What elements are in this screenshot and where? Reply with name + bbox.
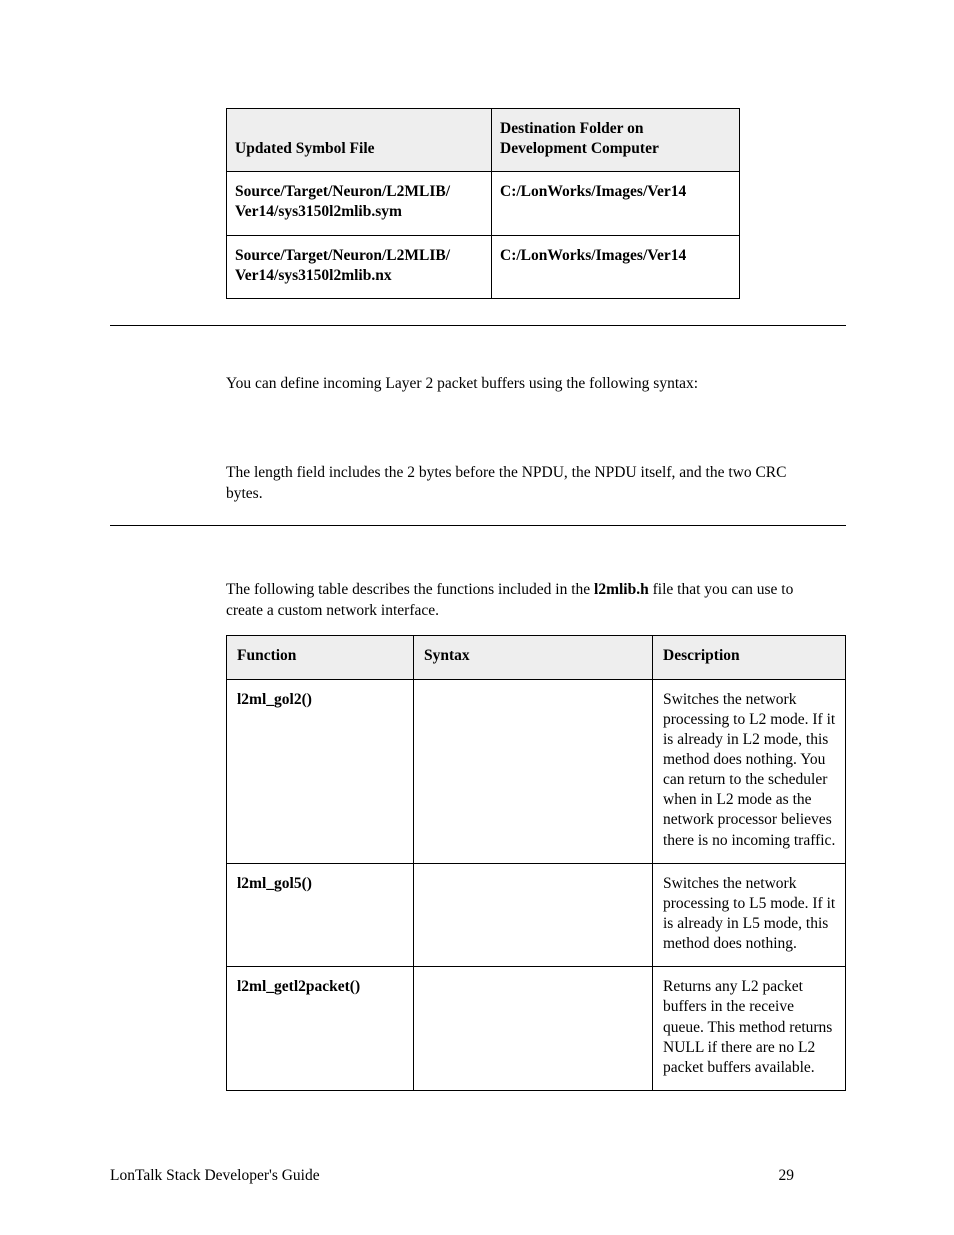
table-header-row: Updated Symbol File Destination Folder o… (227, 109, 740, 172)
paragraph: The length field includes the 2 bytes be… (226, 463, 822, 505)
cell-function: l2ml_getl2packet() (227, 967, 414, 1091)
cell-symbol-file: Source/Target/Neuron/L2MLIB/ Ver14/sys31… (227, 172, 492, 235)
page-number: 29 (779, 1167, 795, 1185)
divider (110, 325, 846, 326)
cell-syntax (414, 863, 653, 967)
paragraph: The following table describes the functi… (226, 580, 822, 622)
header-updated-symbol-file: Updated Symbol File (227, 109, 492, 172)
cell-function: l2ml_gol5() (227, 863, 414, 967)
header-syntax: Syntax (414, 636, 653, 679)
cell-destination: C:/LonWorks/Images/Ver14 (492, 172, 740, 235)
footer-title: LonTalk Stack Developer's Guide (110, 1167, 320, 1184)
paragraph: You can define incoming Layer 2 packet b… (226, 374, 822, 395)
cell-description: Switches the network processing to L5 mo… (653, 863, 846, 967)
table-row: Source/Target/Neuron/L2MLIB/ Ver14/sys31… (227, 235, 740, 298)
symbol-file-table: Updated Symbol File Destination Folder o… (226, 108, 740, 299)
cell-symbol-file: Source/Target/Neuron/L2MLIB/ Ver14/sys31… (227, 235, 492, 298)
table-row: l2ml_getl2packet() Returns any L2 packet… (227, 967, 846, 1091)
content-area: The following table describes the functi… (226, 580, 846, 1091)
table-header-row: Function Syntax Description (227, 636, 846, 679)
cell-syntax (414, 679, 653, 863)
page-footer: LonTalk Stack Developer's Guide 29 (110, 1167, 854, 1185)
table-row: l2ml_gol2() Switches the network process… (227, 679, 846, 863)
cell-destination: C:/LonWorks/Images/Ver14 (492, 235, 740, 298)
divider (110, 525, 846, 526)
cell-description: Returns any L2 packet buffers in the rec… (653, 967, 846, 1091)
text: The following table describes the functi… (226, 581, 594, 598)
filename: l2mlib.h (594, 581, 649, 598)
cell-syntax (414, 967, 653, 1091)
content-area: Updated Symbol File Destination Folder o… (226, 108, 846, 299)
header-destination-folder: Destination Folder on Development Comput… (492, 109, 740, 172)
table-row: l2ml_gol5() Switches the network process… (227, 863, 846, 967)
header-description: Description (653, 636, 846, 679)
cell-function: l2ml_gol2() (227, 679, 414, 863)
cell-description: Switches the network processing to L2 mo… (653, 679, 846, 863)
content-area: You can define incoming Layer 2 packet b… (226, 374, 846, 505)
table-row: Source/Target/Neuron/L2MLIB/ Ver14/sys31… (227, 172, 740, 235)
function-table: Function Syntax Description l2ml_gol2() … (226, 635, 846, 1091)
header-function: Function (227, 636, 414, 679)
page-content: Updated Symbol File Destination Folder o… (110, 0, 854, 1235)
